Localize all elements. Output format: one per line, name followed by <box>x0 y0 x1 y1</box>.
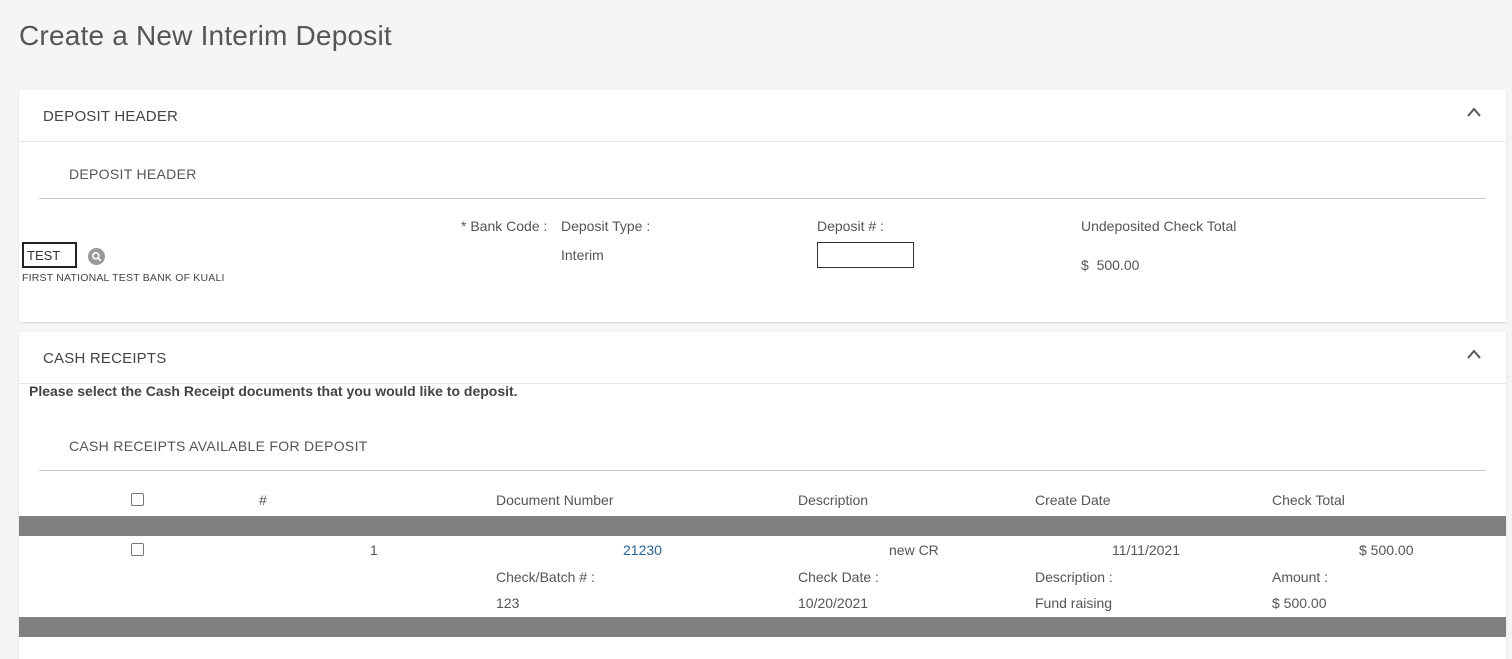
row-select-checkbox[interactable] <box>131 543 144 556</box>
deposit-number-input[interactable] <box>817 242 914 268</box>
deposit-type-label: Deposit Type : <box>561 218 651 234</box>
row-check-total: $ 500.00 <box>1359 542 1414 558</box>
search-icon[interactable] <box>88 248 105 265</box>
deposit-header-section-title: DEPOSIT HEADER <box>69 166 197 182</box>
check-batch-value: 123 <box>496 595 520 611</box>
row-create-date: 11/11/2021 <box>1112 542 1180 558</box>
cash-receipts-panel-title: CASH RECEIPTS <box>43 350 167 367</box>
check-date-label: Check Date : <box>798 569 879 585</box>
column-header-document-number: Document Number <box>496 492 614 508</box>
deposit-type-value: Interim <box>561 247 604 263</box>
deposit-header-panel: DEPOSIT HEADER DEPOSIT HEADER * Bank Cod… <box>19 90 1506 322</box>
deposit-number-label: Deposit # : <box>817 218 884 234</box>
column-header-create-date: Create Date <box>1035 492 1111 508</box>
detail-description-label: Description : <box>1035 569 1113 585</box>
document-number-link[interactable]: 21230 <box>623 542 662 558</box>
cash-receipts-section-title: CASH RECEIPTS AVAILABLE FOR DEPOSIT <box>69 438 368 454</box>
column-header-index: # <box>259 492 267 508</box>
page-title: Create a New Interim Deposit <box>19 20 392 51</box>
row-description: new CR <box>889 542 939 558</box>
amount-value: $ 500.00 <box>1272 595 1327 611</box>
check-batch-label: Check/Batch # : <box>496 569 595 585</box>
detail-description-value: Fund raising <box>1035 595 1113 611</box>
divider <box>39 198 1486 199</box>
row-separator-bar <box>19 516 1506 536</box>
bank-name: FIRST NATIONAL TEST BANK OF KUALI <box>22 272 225 284</box>
amount-label: Amount : <box>1272 569 1329 585</box>
column-header-description: Description <box>798 492 869 508</box>
deposit-header-panel-header[interactable]: DEPOSIT HEADER <box>19 90 1506 142</box>
cash-receipts-panel-header[interactable]: CASH RECEIPTS <box>19 332 1506 384</box>
undeposited-check-total-label: Undeposited Check Total <box>1081 218 1237 234</box>
deposit-header-panel-title: DEPOSIT HEADER <box>43 108 179 125</box>
undeposited-check-total-value: $ 500.00 <box>1081 257 1140 273</box>
bank-code-label: * Bank Code : <box>461 218 548 234</box>
chevron-up-icon[interactable] <box>1466 348 1482 360</box>
chevron-up-icon[interactable] <box>1466 106 1482 118</box>
cash-receipts-panel: CASH RECEIPTS Please select the Cash Rec… <box>19 332 1506 659</box>
row-index: 1 <box>370 542 378 558</box>
column-header-check-total: Check Total <box>1272 492 1345 508</box>
row-separator-bar <box>19 617 1506 637</box>
select-all-checkbox[interactable] <box>131 493 144 506</box>
instructions-text: Please select the Cash Receipt documents… <box>29 383 518 399</box>
check-date-value: 10/20/2021 <box>798 595 869 611</box>
divider <box>39 470 1486 471</box>
bank-code-input[interactable] <box>22 242 77 268</box>
